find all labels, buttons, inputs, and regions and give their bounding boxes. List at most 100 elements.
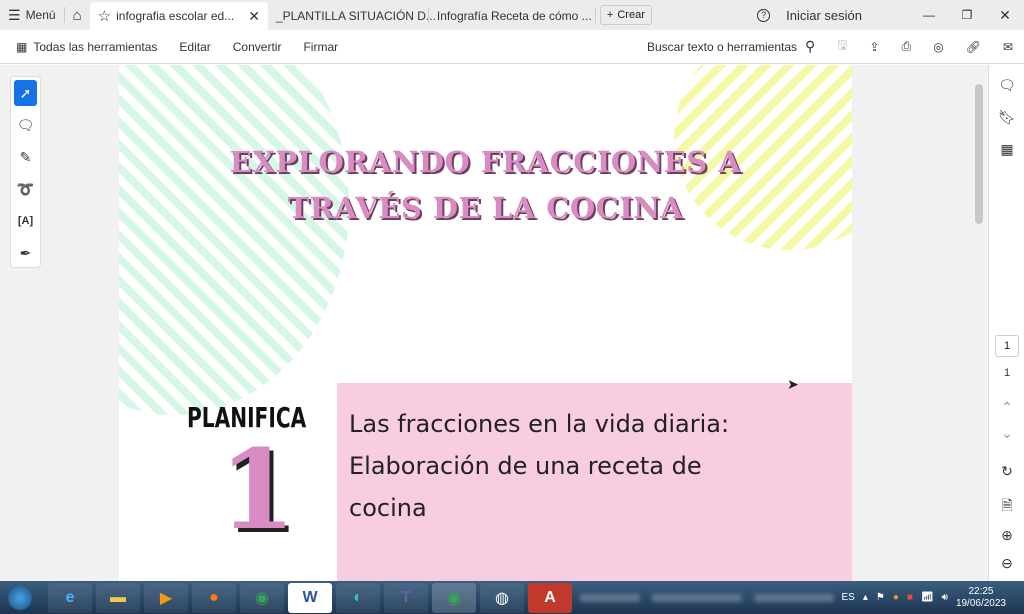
search-tools-button[interactable]: Buscar texto o herramientas ⚲: [636, 38, 826, 55]
convert-button[interactable]: Convertir: [222, 40, 293, 54]
search-icon: ⚲: [805, 38, 816, 54]
help-button[interactable]: ?: [749, 0, 778, 30]
menu-button[interactable]: ☰ Menú: [0, 0, 64, 30]
time: 22:25: [968, 585, 994, 597]
email-icon[interactable]: ✉: [992, 40, 1024, 54]
step-number: 1: [219, 425, 296, 554]
main-toolbar: ▦ Todas las herramientas Editar Convertir…: [0, 30, 1024, 64]
show-hidden-icons-icon[interactable]: ▴: [863, 592, 868, 603]
action-center-flag-icon[interactable]: ⚑: [876, 592, 885, 603]
sign-button[interactable]: Firmar: [292, 40, 349, 54]
zoom-out-icon[interactable]: ⊖: [989, 555, 1024, 572]
star-icon: ☆: [97, 8, 112, 25]
signin-button[interactable]: Iniciar sesión: [778, 0, 870, 30]
restore-button[interactable]: ❐: [948, 0, 986, 30]
draw-tool-icon[interactable]: ➰: [11, 173, 40, 205]
page-down-icon[interactable]: ⌄: [989, 425, 1024, 442]
text-tool-icon[interactable]: [A]: [11, 205, 40, 237]
zoom-in-icon[interactable]: ⊕: [989, 527, 1024, 544]
sign-tool-icon[interactable]: ✒: [11, 237, 40, 269]
right-rail: 🗨︎ 🔖︎ ▦ 1 1 ⌃ ⌄ ↻ 🗎 ⊕ ⊖: [988, 65, 1024, 581]
system-tray: ES ▴ ⚑ ● ■ 📶︎ 🔊︎ 22:25 19/06/2023: [841, 581, 1006, 614]
edit-button[interactable]: Editar: [168, 40, 221, 54]
box-text: Las fracciones en la vida diaria: Elabor…: [349, 403, 729, 529]
box-line: Elaboración de una receta de: [349, 452, 702, 480]
blurred-taskbar-area: [754, 593, 834, 602]
acrobat-icon[interactable]: A: [528, 582, 572, 613]
page-fit-icon[interactable]: 🗎: [989, 495, 1024, 519]
rotate-icon[interactable]: ↻: [989, 463, 1024, 480]
page-up-icon[interactable]: ⌃: [989, 399, 1024, 416]
avast-icon[interactable]: ●: [893, 592, 899, 603]
print-icon[interactable]: ⎙: [891, 39, 923, 54]
green-striped-circle: [119, 65, 349, 415]
blurred-taskbar-area: [652, 593, 742, 602]
all-tools-label: Todas las herramientas: [33, 39, 158, 54]
upload-icon[interactable]: ⇪: [859, 40, 891, 54]
security-icon[interactable]: ■: [907, 592, 913, 603]
vertical-scrollbar[interactable]: [973, 76, 985, 581]
windows-logo-icon: [8, 585, 32, 610]
volume-icon[interactable]: 🔊︎: [942, 592, 948, 603]
ie-icon[interactable]: e: [48, 582, 92, 613]
edge-icon[interactable]: ◐: [336, 582, 380, 613]
scrollbar-thumb[interactable]: [975, 84, 983, 224]
link-icon[interactable]: 🔗︎: [955, 40, 992, 54]
clock[interactable]: 22:25 19/06/2023: [956, 586, 1006, 610]
home-icon: ⌂: [72, 6, 82, 24]
highlight-tool-icon[interactable]: ✎: [11, 141, 40, 173]
page-total: 1: [1003, 367, 1011, 379]
bookmark-icon[interactable]: 🔖︎: [989, 109, 1024, 126]
help-icon: ?: [757, 8, 771, 22]
plus-icon: +: [606, 9, 614, 21]
box-line: cocina: [349, 494, 427, 522]
thumbnails-icon[interactable]: ▦: [989, 141, 1024, 158]
mouse-cursor-icon: ➤: [787, 376, 799, 392]
tab-infografia[interactable]: ☆ infografia escolar ed... ✕: [89, 2, 268, 30]
chrome-icon[interactable]: ◉: [432, 582, 476, 613]
blurred-taskbar-area: [580, 593, 640, 602]
box-line: Las fracciones en la vida diaria:: [349, 410, 730, 438]
tab-plantilla[interactable]: _PLANTILLA SITUACIÓN D...: [268, 2, 436, 30]
home-button[interactable]: ⌂: [65, 0, 90, 30]
search-label: Buscar texto o herramientas: [646, 40, 798, 54]
title-line: EXPLORANDO FRACCIONES A: [229, 145, 742, 179]
start-button[interactable]: [0, 583, 40, 613]
close-tab-icon[interactable]: ✕: [248, 8, 260, 25]
share-user-icon[interactable]: ◎: [922, 40, 954, 54]
title-line: TRAVÉS DE LA COCINA: [287, 191, 684, 225]
pdf-page: EXPLORANDO FRACCIONES A TRAVÉS DE LA COCI…: [119, 65, 852, 581]
all-tools-button[interactable]: ▦ Todas las herramientas: [0, 40, 168, 54]
select-tool-icon[interactable]: ➚: [14, 80, 37, 106]
language-indicator[interactable]: ES: [841, 592, 854, 603]
create-label: Crear: [617, 9, 645, 21]
tab-label: infografia escolar ed...: [116, 9, 235, 23]
date: 19/06/2023: [955, 597, 1006, 609]
word-icon[interactable]: W: [288, 582, 332, 613]
tab-label: Infografía Receta de cómo ...: [436, 9, 592, 23]
page-number-input[interactable]: 1: [995, 335, 1019, 357]
minimize-button[interactable]: —: [910, 0, 948, 30]
tab-receta[interactable]: Infografía Receta de cómo ...: [429, 2, 595, 30]
document-title: EXPLORANDO FRACCIONES A TRAVÉS DE LA COCI…: [119, 139, 852, 231]
teams-icon[interactable]: T: [384, 582, 428, 613]
chrome-icon[interactable]: ◉: [240, 582, 284, 613]
network-icon[interactable]: 📶︎: [921, 592, 934, 603]
left-tool-rail: ➚ 🗨︎ ✎ ➰ [A] ✒: [10, 76, 41, 268]
hamburger-icon: ☰: [8, 6, 21, 23]
explorer-icon[interactable]: ▬: [96, 582, 140, 613]
windows-taskbar: e ▬ ▶ ● ◉ W ◐ T ◉ ◍ A ES ▴ ⚑ ● ■ 📶︎ 🔊︎ 2…: [0, 581, 1024, 614]
grid-icon: ▦: [16, 39, 28, 54]
tab-bar: ☰ Menú ⌂ ☆ infografia escolar ed... ✕ _PLAN…: [0, 0, 1024, 30]
signin-label: Iniciar sesión: [786, 7, 862, 23]
divider: [594, 7, 596, 23]
save-icon[interactable]: 🖫: [826, 36, 858, 57]
close-window-button[interactable]: ✕: [986, 0, 1024, 30]
menu-label: Menú: [25, 8, 56, 22]
obs-icon[interactable]: ◍: [480, 582, 524, 613]
comments-icon[interactable]: 🗨︎: [989, 77, 1024, 94]
comment-tool-icon[interactable]: 🗨︎: [11, 109, 40, 141]
media-player-icon[interactable]: ▶: [144, 582, 188, 613]
firefox-icon[interactable]: ●: [192, 582, 236, 613]
create-button[interactable]: + Crear: [599, 5, 652, 25]
